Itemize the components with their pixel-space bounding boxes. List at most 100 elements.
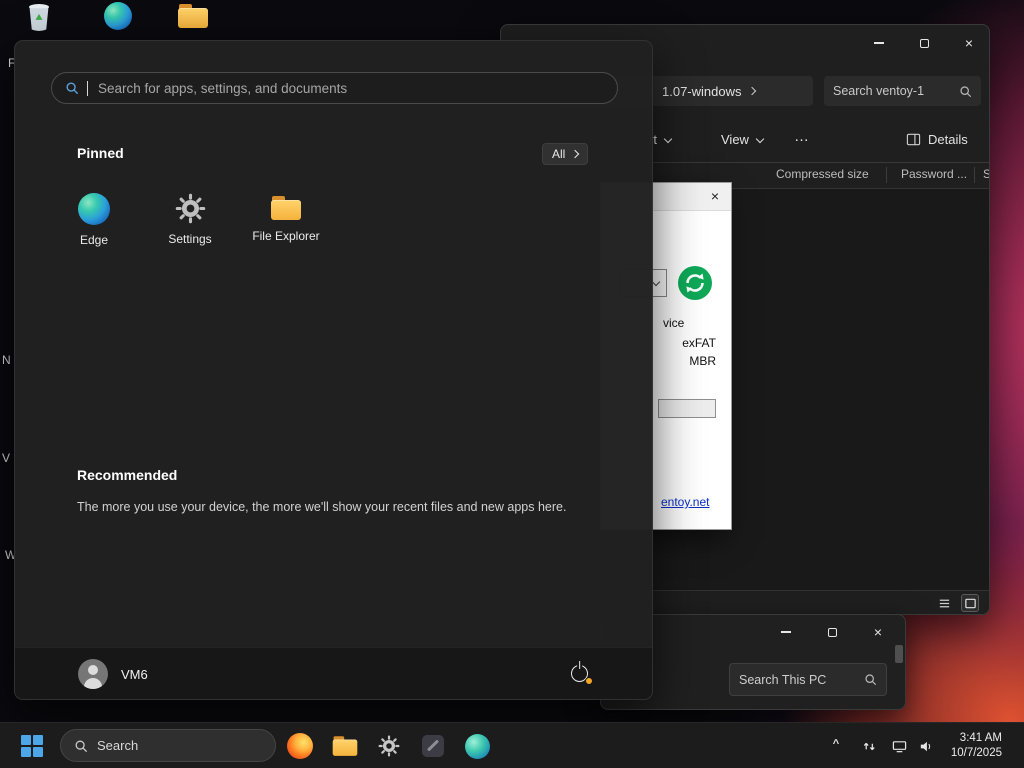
recommended-empty-text: The more you use your device, the more w… (77, 500, 567, 514)
column-header-compressed-size[interactable]: Compressed size (776, 167, 869, 181)
progress-bar (658, 399, 716, 418)
chevron-down-icon (663, 134, 673, 143)
taskbar-clock[interactable]: 3:41 AM 10/7/2025 (951, 731, 1002, 761)
pc-search-input[interactable]: Search This PC (729, 663, 887, 696)
taskbar-explorer-button[interactable] (327, 728, 363, 764)
chevron-right-icon (747, 86, 756, 96)
edge-logo (104, 2, 132, 30)
ventoy-website-link[interactable]: entoy.net (661, 495, 709, 509)
minimize-icon (781, 631, 791, 633)
chevron-down-icon (651, 277, 661, 286)
taskbar-search-label: Search (97, 738, 139, 753)
pinned-app-label: Edge (79, 233, 109, 247)
close-icon[interactable]: × (711, 189, 719, 203)
all-label: All (552, 147, 566, 161)
close-button[interactable]: × (954, 29, 984, 57)
tool-icon (422, 735, 444, 757)
close-button[interactable]: × (864, 619, 892, 645)
folder-desktop-icon[interactable] (178, 4, 208, 29)
minimize-button[interactable] (864, 29, 894, 57)
maximize-icon (827, 627, 837, 637)
chevron-down-icon (755, 134, 765, 143)
gear-icon (378, 735, 400, 757)
gear-icon (175, 193, 205, 224)
pinned-app-edge[interactable]: Edge (49, 193, 139, 247)
breadcrumb-item[interactable]: 1.07-windows (662, 84, 742, 99)
folder-glyph (178, 4, 208, 29)
taskbar-settings-button[interactable] (371, 728, 407, 764)
column-header-password[interactable]: Password ... (901, 167, 967, 181)
pinned-app-settings[interactable]: Settings (145, 193, 235, 246)
maximize-button[interactable] (909, 29, 939, 57)
details-view-toggle-icon[interactable] (935, 594, 953, 612)
search-icon (75, 740, 87, 752)
column-divider[interactable] (974, 167, 975, 183)
tray-volume-icon[interactable] (917, 738, 933, 754)
tray-sync-icon[interactable] (861, 738, 877, 754)
chevron-right-icon (571, 149, 580, 159)
pinned-app-label: File Explorer (252, 229, 320, 243)
edge-icon (464, 733, 490, 759)
details-label: Details (928, 132, 968, 147)
start-menu: Search for apps, settings, and documents… (14, 40, 653, 700)
clock-time: 3:41 AM (959, 732, 1002, 744)
thumbnail-view-toggle-icon[interactable] (961, 594, 979, 612)
user-avatar-icon (78, 659, 108, 689)
recommended-heading: Recommended (77, 467, 178, 483)
start-search-input[interactable]: Search for apps, settings, and documents (51, 72, 618, 104)
clock-date: 10/7/2025 (950, 747, 1002, 759)
folder-icon (332, 735, 358, 757)
explorer-search-input[interactable]: Search ventoy-1 (824, 76, 981, 106)
firefox-icon (287, 733, 313, 759)
details-button[interactable]: Details (906, 132, 968, 147)
close-icon: × (873, 624, 883, 640)
search-icon (865, 674, 876, 685)
user-name: VM6 (121, 666, 148, 682)
minimize-button[interactable] (772, 619, 800, 645)
desktop-label-fragment: V (2, 451, 11, 465)
pinned-all-button[interactable]: All (542, 143, 589, 165)
column-header-size[interactable]: Si (983, 167, 989, 181)
refresh-button[interactable] (677, 265, 713, 301)
refresh-icon (678, 266, 712, 300)
pinned-app-file-explorer[interactable]: File Explorer (241, 193, 331, 243)
edge-desktop-icon[interactable] (104, 2, 132, 30)
view-button[interactable]: View (721, 132, 765, 147)
search-icon (960, 85, 971, 97)
recycle-bin-glyph (29, 3, 49, 31)
taskbar-search[interactable]: Search (60, 729, 276, 762)
start-menu-footer: VM6 (15, 647, 652, 699)
tray-chevron-icon[interactable]: ^ (828, 738, 844, 750)
pinned-app-label: Settings (168, 232, 212, 246)
search-icon (66, 82, 78, 94)
pc-search-text: Search This PC (739, 672, 827, 687)
minimize-icon (874, 42, 884, 44)
partition-style-value: MBR (689, 354, 716, 368)
taskbar-firefox-button[interactable] (282, 728, 318, 764)
desktop-label-fragment: N (2, 353, 11, 367)
close-icon: × (964, 35, 974, 51)
power-button[interactable] (571, 665, 593, 685)
recycle-bin-icon[interactable] (24, 0, 54, 34)
start-button[interactable] (14, 728, 50, 764)
filesystem-value: exFAT (682, 336, 716, 350)
maximize-icon (919, 38, 929, 48)
maximize-button[interactable] (818, 619, 846, 645)
tray-network-icon[interactable] (891, 738, 907, 754)
column-divider[interactable] (886, 167, 887, 183)
details-pane-icon (906, 133, 921, 146)
windows-logo-icon (21, 735, 43, 757)
more-button[interactable]: … (794, 128, 809, 145)
update-badge (585, 677, 593, 685)
folder-icon (271, 196, 301, 221)
text-cursor (87, 80, 88, 96)
view-label: View (721, 132, 749, 147)
user-button[interactable]: VM6 (78, 648, 148, 699)
toolbar-fragment (895, 645, 903, 663)
device-label-fragment: vice (663, 316, 685, 330)
taskbar-edge-button[interactable] (459, 728, 495, 764)
edge-icon (78, 193, 110, 225)
pinned-heading: Pinned (77, 145, 124, 161)
taskbar: Search ^ 3:41 AM 10/7/2025 (0, 722, 1024, 768)
taskbar-tool-button[interactable] (415, 728, 451, 764)
